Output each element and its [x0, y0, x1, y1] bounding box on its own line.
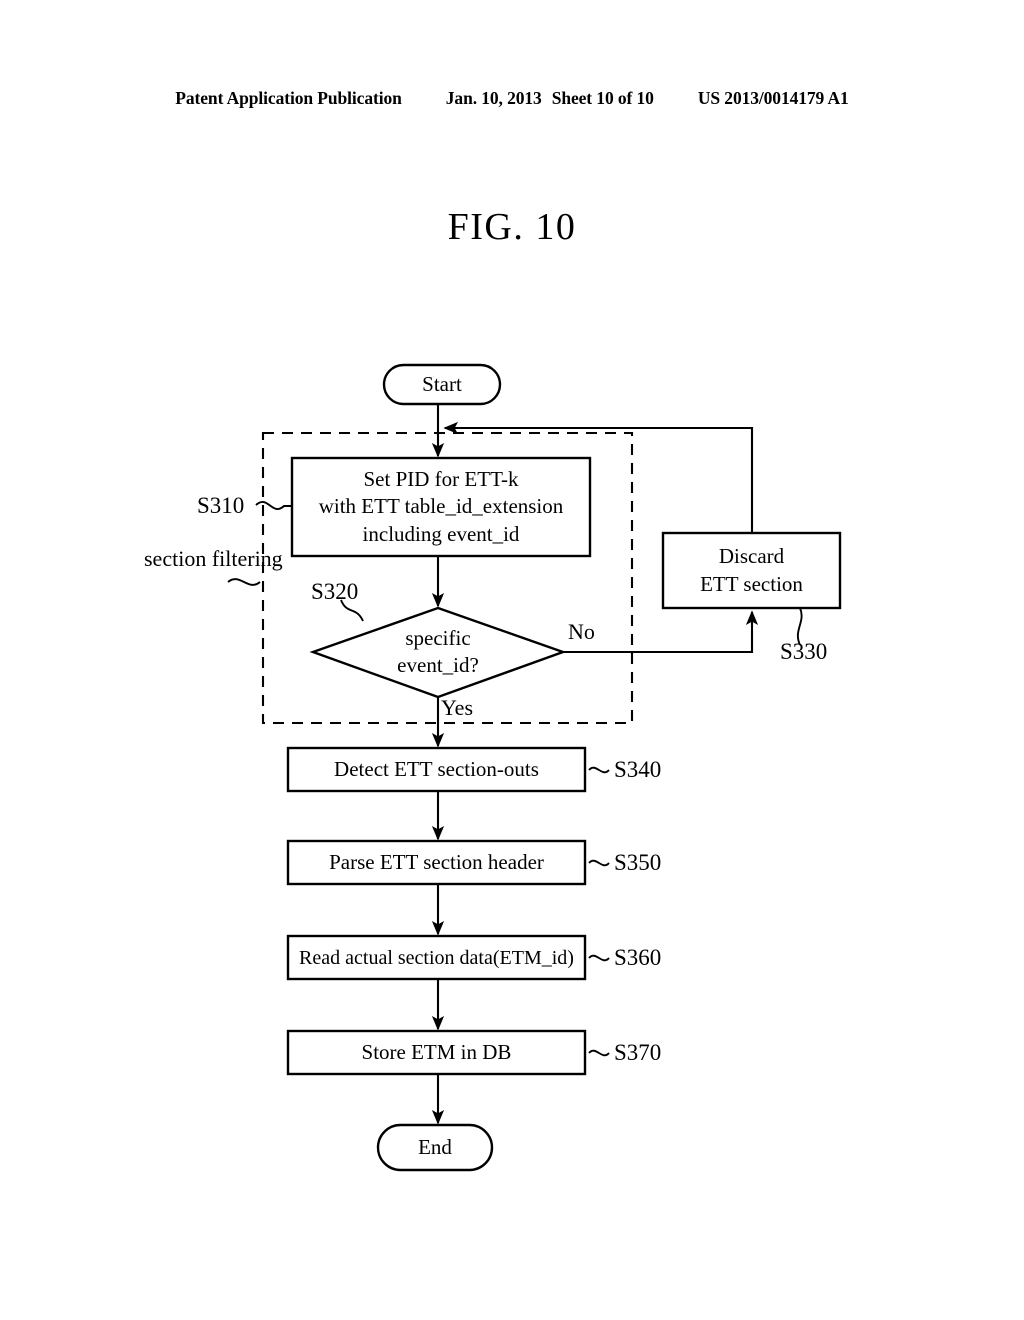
- s370-node-label: Store ETM in DB: [361, 1039, 512, 1064]
- start-node-label: Start: [422, 371, 462, 396]
- step-id-s330: S330: [780, 639, 828, 664]
- branch-label-yes: Yes: [441, 695, 474, 720]
- s320-node-label: specific event_id?: [397, 625, 479, 677]
- leader-s340: [588, 766, 610, 774]
- end-node-label: End: [418, 1134, 452, 1159]
- step-id-s350: S350: [614, 850, 662, 875]
- leader-section-filtering: [227, 578, 261, 586]
- s350-node-label: Parse ETT section header: [329, 849, 544, 874]
- leader-s310: [255, 501, 292, 510]
- step-id-s340: S340: [614, 757, 662, 782]
- leader-s350: [588, 859, 610, 867]
- step-id-s320: S320: [311, 579, 359, 604]
- step-id-s370: S370: [614, 1040, 662, 1065]
- step-id-s360: S360: [614, 945, 662, 970]
- s310-node-label: Set PID for ETT-k with ETT table_id_exte…: [318, 467, 564, 546]
- s330-node-label: Discard ETT section: [700, 544, 803, 596]
- s340-node-label: Detect ETT section-outs: [334, 756, 539, 781]
- step-id-s310: S310: [197, 493, 245, 518]
- leader-s360: [588, 954, 610, 962]
- s360-node-label: Read actual section data(ETM_id): [299, 946, 574, 969]
- section-filtering-label: section filtering: [144, 546, 283, 571]
- patent-figure-page: Patent Application Publication Jan. 10, …: [0, 0, 1024, 1320]
- leader-s370: [588, 1049, 610, 1057]
- branch-label-no: No: [568, 619, 595, 644]
